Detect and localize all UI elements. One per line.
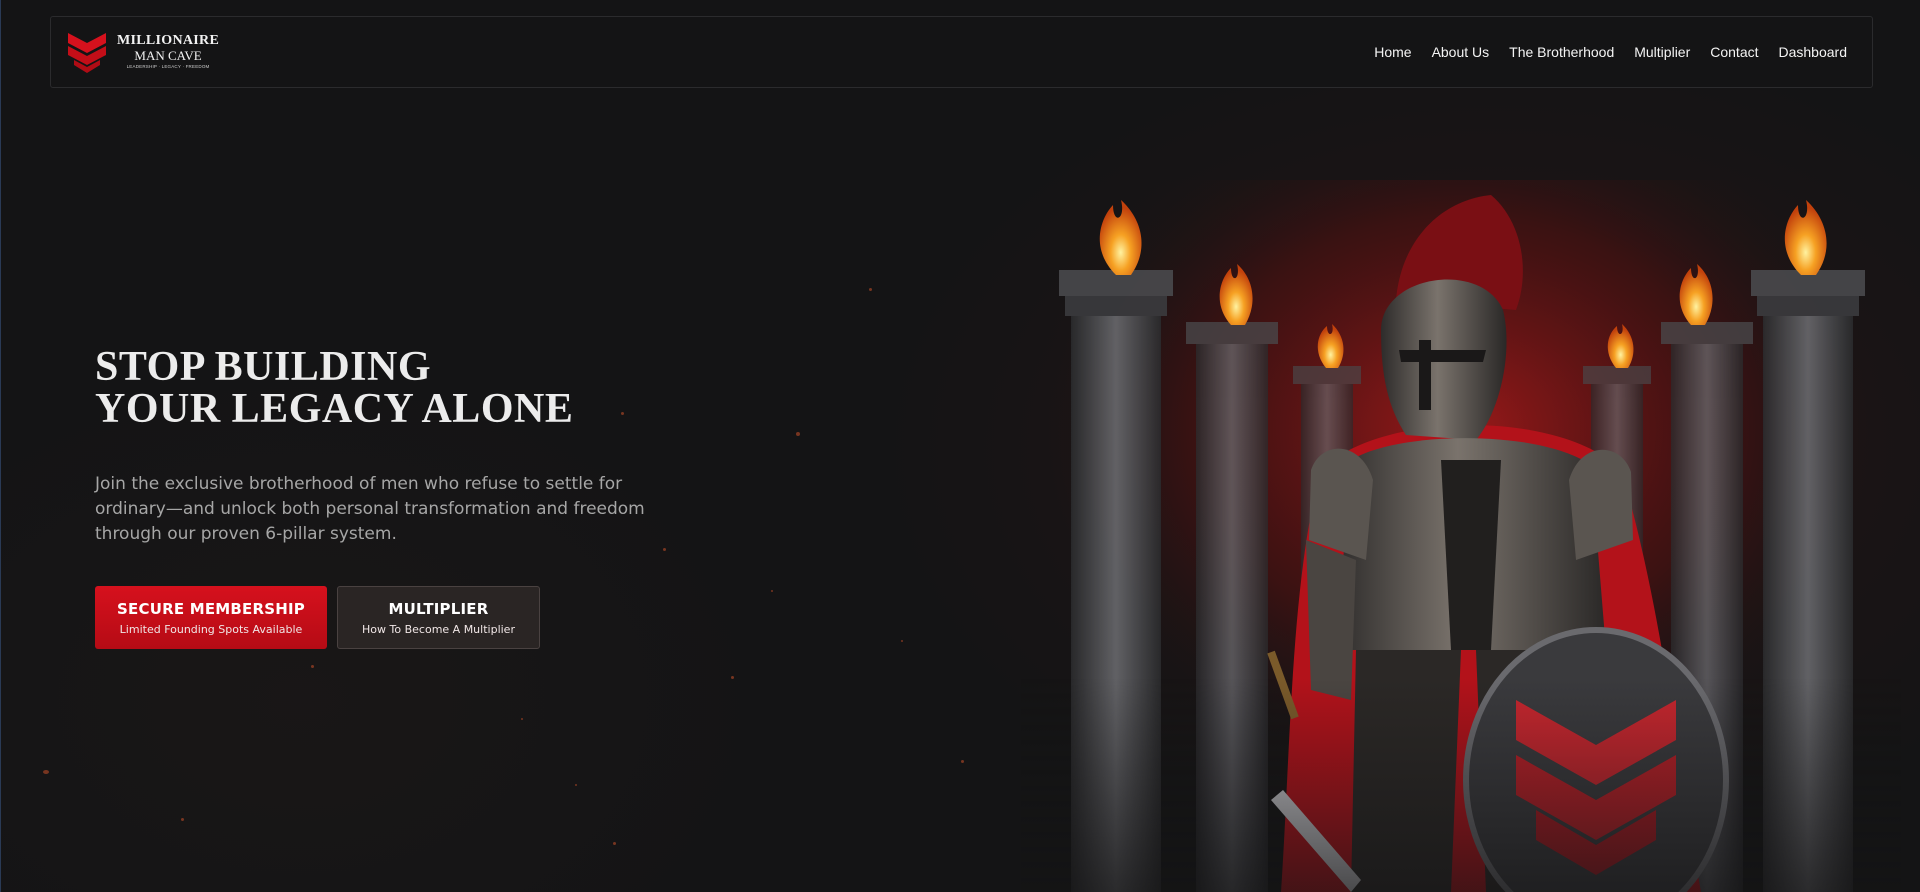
secure-membership-button[interactable]: SECURE MEMBERSHIP Limited Founding Spots… [95, 586, 327, 649]
multiplier-label: MULTIPLIER [388, 599, 489, 618]
nav-the-brotherhood[interactable]: The Brotherhood [1509, 44, 1614, 60]
hero-title: STOP BUILDING YOUR LEGACY ALONE [95, 346, 573, 430]
brand-tagline: LEADERSHIP · LEGACY · FREEDOM [126, 64, 210, 70]
nav-multiplier[interactable]: Multiplier [1634, 44, 1690, 60]
brand-wordmark: MILLIONAIRE MAN CAVE LEADERSHIP · LEGACY… [117, 34, 219, 70]
main-nav: Home About Us The Brotherhood Multiplier… [1374, 44, 1847, 60]
page: MILLIONAIRE MAN CAVE LEADERSHIP · LEGACY… [0, 0, 1920, 892]
brand-line-1: MILLIONAIRE [117, 33, 220, 49]
hero-description: Join the exclusive brotherhood of men wh… [95, 474, 645, 544]
nav-home[interactable]: Home [1374, 44, 1411, 60]
brand-logo[interactable]: MILLIONAIRE MAN CAVE LEADERSHIP · LEGACY… [65, 29, 219, 75]
secure-membership-sublabel: Limited Founding Spots Available [119, 622, 303, 636]
hero-title-line-2: YOUR LEGACY ALONE [95, 386, 574, 432]
spartan-warrior-illustration [1021, 180, 1901, 892]
multiplier-sublabel: How To Become A Multiplier [362, 622, 515, 636]
navbar: MILLIONAIRE MAN CAVE LEADERSHIP · LEGACY… [50, 16, 1873, 88]
secure-membership-label: SECURE MEMBERSHIP [117, 599, 305, 618]
multiplier-button[interactable]: MULTIPLIER How To Become A Multiplier [337, 586, 540, 649]
nav-contact[interactable]: Contact [1710, 44, 1758, 60]
brand-line-2: MAN CAVE [134, 48, 202, 64]
nav-dashboard[interactable]: Dashboard [1779, 44, 1848, 60]
shield-logo-icon [68, 33, 106, 73]
nav-about-us[interactable]: About Us [1432, 44, 1490, 60]
hero-title-line-1: STOP BUILDING [95, 344, 431, 390]
